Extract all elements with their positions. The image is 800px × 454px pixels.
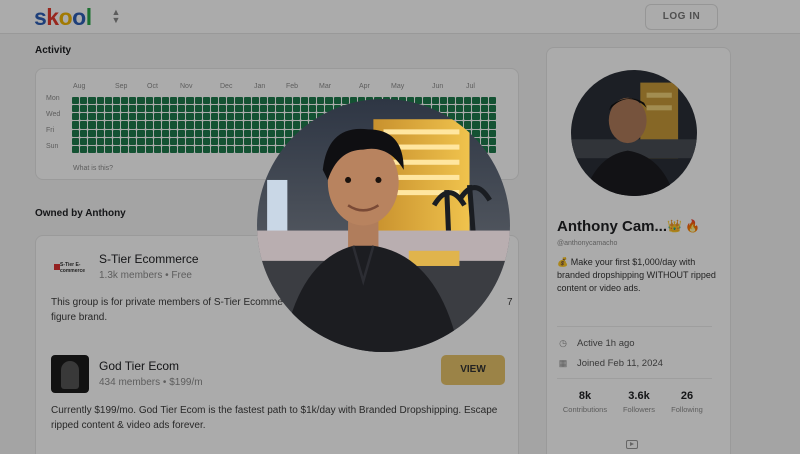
enlarged-avatar: [257, 99, 510, 352]
avatar-photo-large: [257, 99, 510, 352]
